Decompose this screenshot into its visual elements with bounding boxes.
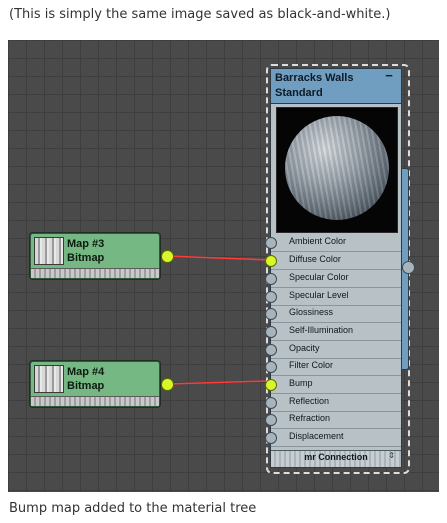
material-node-header[interactable]: Barracks Walls Standard − — [271, 69, 401, 104]
map-node-type: Bitmap — [67, 380, 105, 392]
mr-connection-label: mr Connection — [304, 452, 368, 462]
slot-label: Displacement — [289, 431, 344, 441]
map-node-map3[interactable]: Map #3 Bitmap — [30, 233, 160, 279]
map-node-map4[interactable]: Map #4 Bitmap — [30, 361, 160, 407]
map-node-footer — [31, 396, 159, 406]
slot-label: Refraction — [289, 413, 331, 423]
material-output-socket[interactable] — [402, 261, 415, 274]
map-node-footer — [31, 268, 159, 278]
slot-specular-color[interactable]: Specular Color — [265, 270, 401, 288]
slot-label: Reflection — [289, 396, 330, 406]
input-socket[interactable] — [265, 326, 277, 338]
input-socket[interactable] — [265, 397, 277, 409]
slot-specular-level[interactable]: Specular Level — [265, 288, 401, 306]
output-socket-map3[interactable] — [161, 250, 174, 263]
mr-connection-rollout[interactable]: mr Connection ⇕ — [271, 450, 401, 467]
bitmap-thumbnail — [34, 237, 64, 265]
input-socket[interactable] — [265, 414, 277, 426]
slot-opacity[interactable]: Opacity — [265, 341, 401, 359]
material-node[interactable]: Barracks Walls Standard − Ambient Color … — [265, 68, 402, 468]
slot-glossiness[interactable]: Glossiness — [265, 305, 401, 323]
slot-diffuse-color[interactable]: Diffuse Color — [265, 252, 401, 270]
slate-material-editor-view[interactable]: Map #3 Bitmap Map #4 Bitmap Barracks Wal… — [8, 40, 439, 492]
slot-displacement[interactable]: Displacement — [265, 429, 401, 447]
slot-label: Filter Color — [289, 360, 334, 370]
map-node-title: Map #4 — [67, 366, 105, 378]
input-socket-connected[interactable] — [265, 379, 277, 391]
input-socket[interactable] — [265, 432, 277, 444]
slot-label: Ambient Color — [289, 236, 347, 246]
material-preview — [276, 107, 398, 233]
map-node-type: Bitmap — [67, 252, 105, 264]
slot-label: Specular Level — [289, 290, 349, 300]
collapse-button[interactable]: − — [383, 69, 395, 82]
wire-map3-diffuse — [165, 255, 271, 261]
slot-bump[interactable]: Bump — [265, 376, 401, 394]
slot-label: Self-Illumination — [289, 325, 354, 335]
material-type: Standard — [275, 87, 323, 99]
slot-reflection[interactable]: Reflection — [265, 394, 401, 412]
wire-map4-bump — [165, 380, 271, 385]
caption-top: (This is simply the same image saved as … — [9, 7, 391, 22]
slot-label: Glossiness — [289, 307, 334, 317]
slot-label: Bump — [289, 378, 313, 388]
input-socket[interactable] — [265, 237, 277, 249]
slot-ambient-color[interactable]: Ambient Color — [265, 234, 401, 252]
input-socket[interactable] — [265, 344, 277, 356]
slot-refraction[interactable]: Refraction — [265, 411, 401, 429]
slot-label: Opacity — [289, 343, 320, 353]
map-node-title: Map #3 — [67, 238, 105, 250]
input-socket[interactable] — [265, 273, 277, 285]
input-socket[interactable] — [265, 361, 277, 373]
caption-bottom: Bump map added to the material tree — [9, 501, 257, 516]
input-socket[interactable] — [265, 291, 277, 303]
sphere-preview-icon — [285, 116, 389, 220]
slot-filter-color[interactable]: Filter Color — [265, 358, 401, 376]
input-socket[interactable] — [265, 308, 277, 320]
slot-self-illumination[interactable]: Self-Illumination — [265, 323, 401, 341]
slot-label: Diffuse Color — [289, 254, 341, 264]
expand-arrows-icon[interactable]: ⇕ — [388, 451, 395, 460]
output-socket-map4[interactable] — [161, 378, 174, 391]
bitmap-thumbnail — [34, 365, 64, 393]
slot-label: Specular Color — [289, 272, 349, 282]
input-socket-connected[interactable] — [265, 255, 277, 267]
material-name: Barracks Walls — [275, 72, 354, 84]
